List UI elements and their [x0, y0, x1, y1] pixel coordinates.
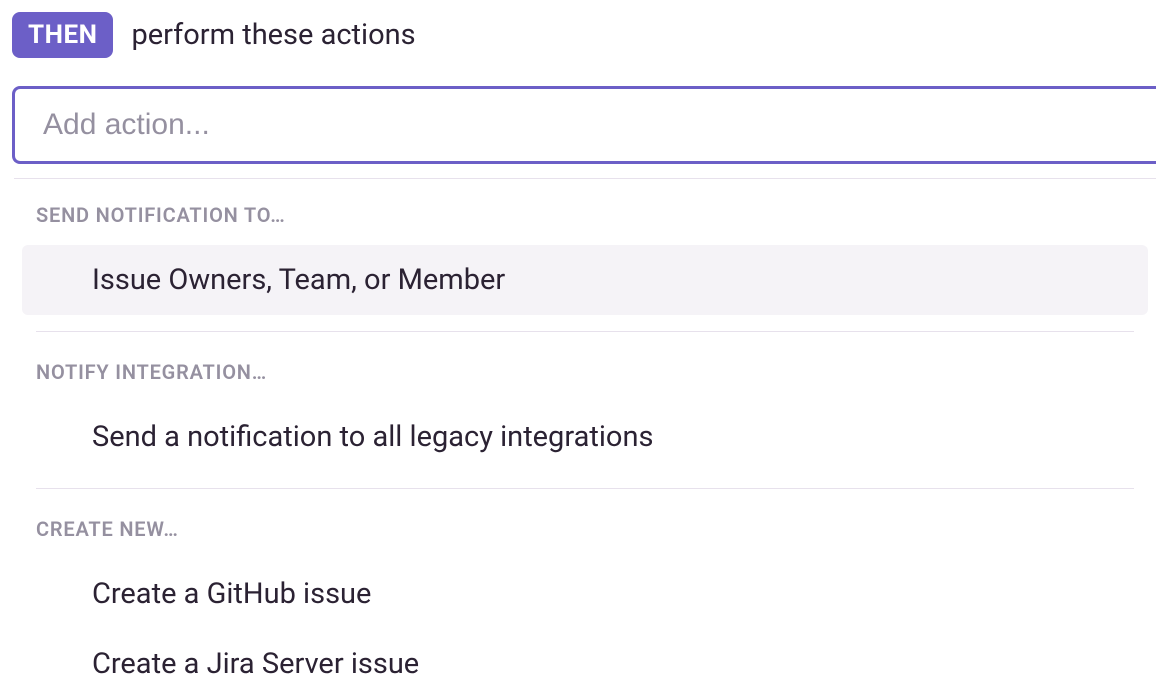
section-label-notify-integration: Notify integration…: [14, 360, 1156, 384]
section-divider: [36, 488, 1134, 489]
header-text: perform these actions: [131, 18, 415, 52]
action-dropdown: Send notification to… Issue Owners, Team…: [14, 178, 1156, 699]
action-input[interactable]: [15, 108, 1156, 142]
action-input-wrapper: [12, 86, 1156, 164]
option-jira-issue[interactable]: Create a Jira Server issue: [22, 629, 1148, 699]
section-label-create-new: Create new…: [14, 517, 1156, 541]
section-label-send-notification: Send notification to…: [14, 203, 1156, 227]
option-github-issue[interactable]: Create a GitHub issue: [22, 559, 1148, 629]
rule-header: THEN perform these actions: [12, 12, 1156, 58]
option-legacy-integrations[interactable]: Send a notification to all legacy integr…: [22, 402, 1148, 472]
then-badge: THEN: [12, 12, 113, 58]
section-divider: [36, 331, 1134, 332]
option-issue-owners[interactable]: Issue Owners, Team, or Member: [22, 245, 1148, 315]
